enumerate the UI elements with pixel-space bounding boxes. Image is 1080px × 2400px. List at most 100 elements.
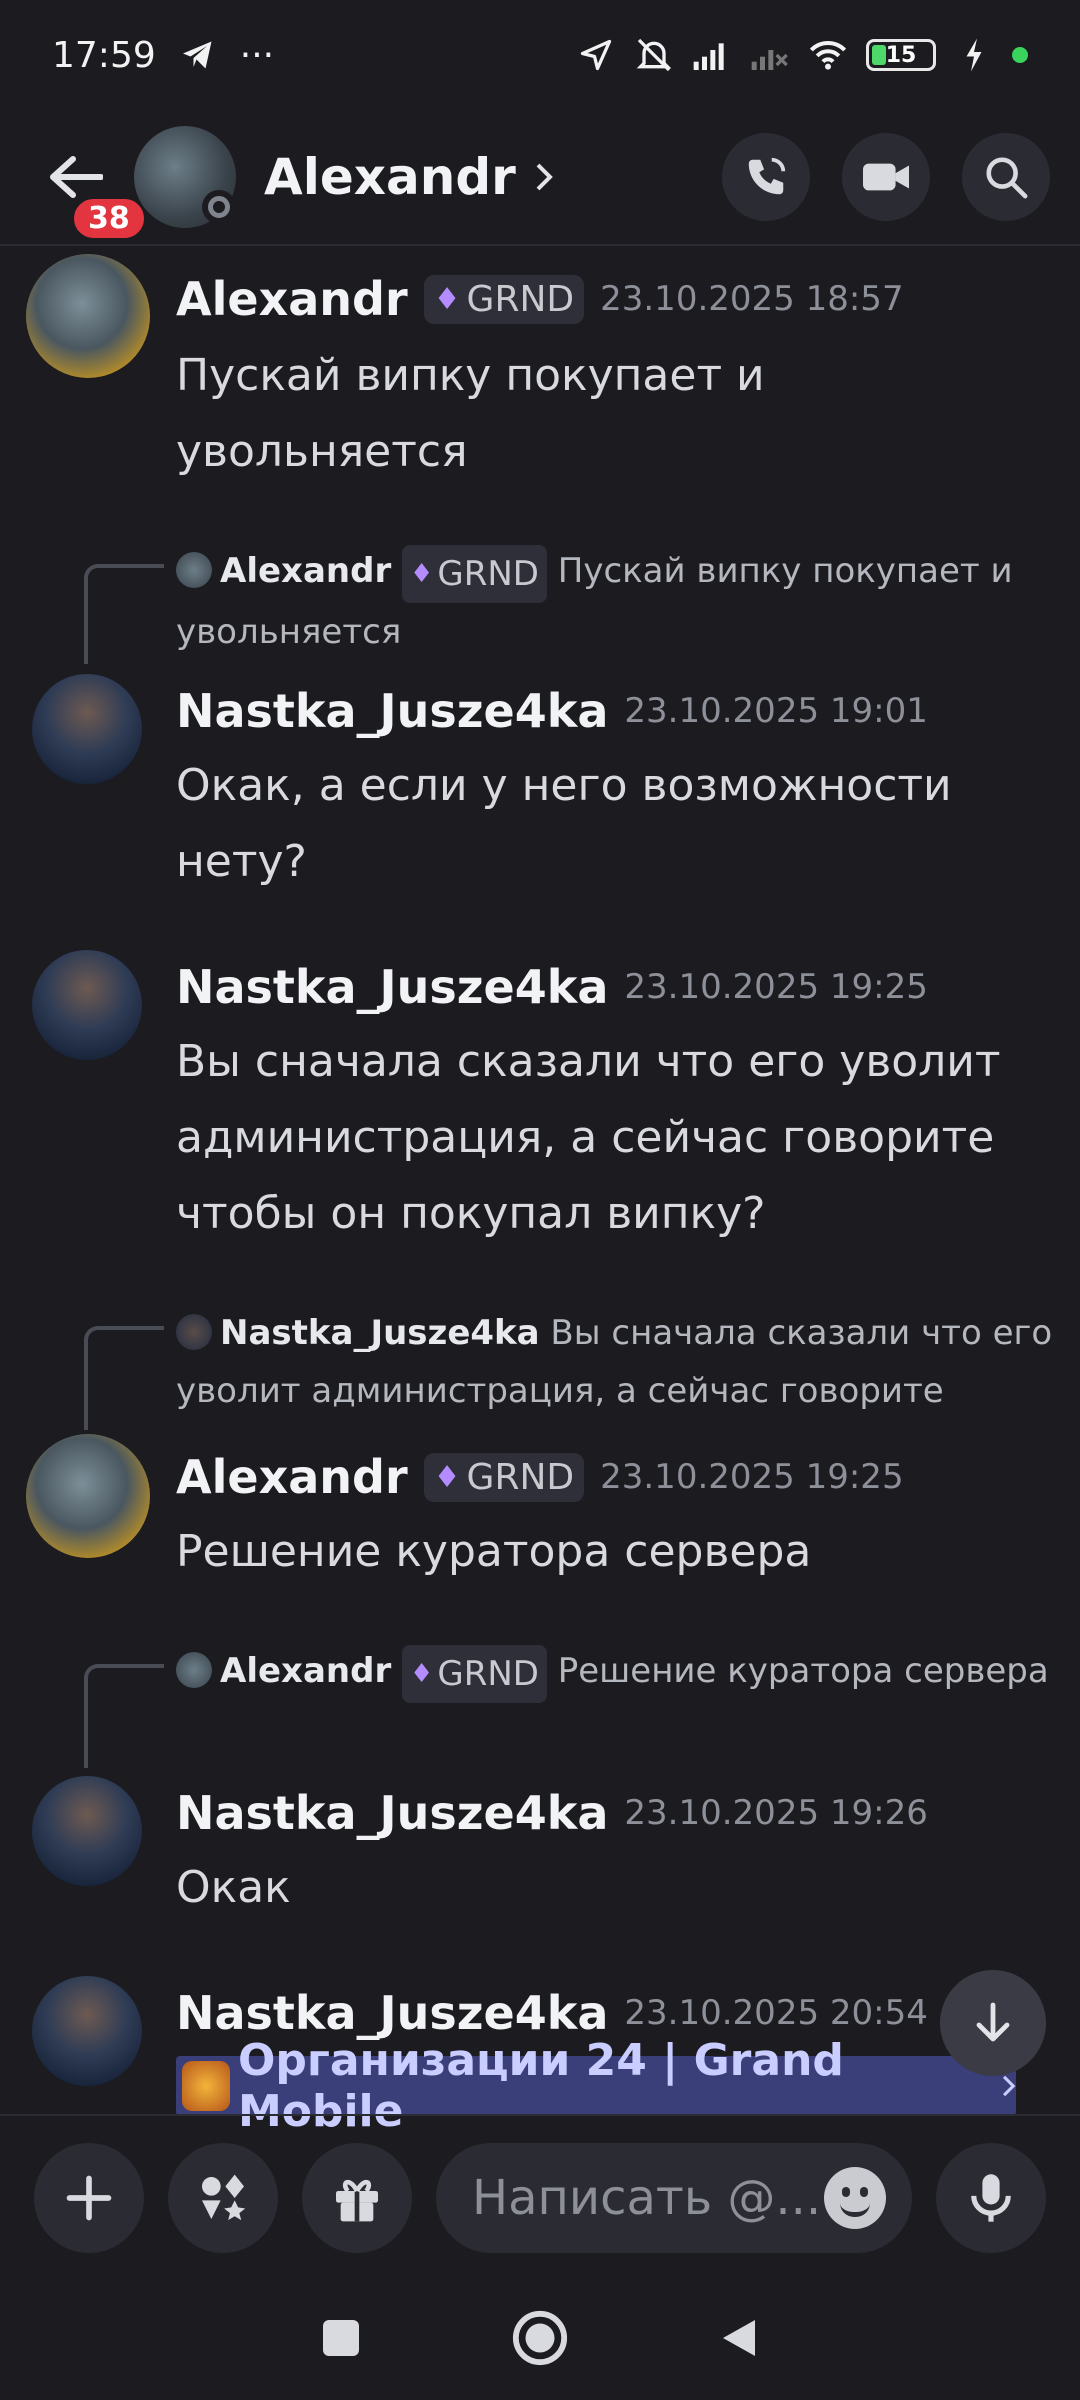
apps-button[interactable] [168, 2143, 278, 2253]
guild-tag[interactable]: ♦ GRND [423, 274, 585, 324]
status-time: 17:59 [52, 34, 156, 76]
chevron-right-icon[interactable] [534, 161, 554, 193]
wifi-icon [808, 35, 848, 75]
offline-status-icon [202, 190, 236, 224]
location-icon [576, 35, 616, 75]
phone-icon [748, 157, 786, 195]
server-logo-icon [182, 2061, 230, 2111]
voice-message-button[interactable] [936, 2143, 1046, 2253]
signal-no-service-icon [750, 35, 790, 75]
reply-avatar [176, 552, 212, 588]
message-composer: Написать @... [0, 2114, 1080, 2280]
triangle-back-icon [723, 2320, 755, 2356]
video-camera-icon [863, 163, 909, 191]
apps-icon [202, 2174, 246, 2221]
message-header: Nastka_Jusze4ka 23.10.2025 19:01 [176, 684, 928, 738]
system-back-button[interactable] [719, 2316, 759, 2364]
reply-author: Alexandr [220, 551, 392, 591]
avatar[interactable] [32, 1776, 142, 1886]
message-author[interactable]: Nastka_Jusze4ka [176, 1986, 608, 2040]
reply-connector [84, 1326, 164, 1430]
battery-level: 15 [885, 42, 917, 68]
diamond-icon: ♦ [433, 1459, 461, 1495]
back-arrow-icon [50, 156, 103, 198]
reply-connector [84, 1664, 164, 1768]
battery-indicator: 15 [866, 39, 936, 71]
gift-icon [336, 2179, 378, 2222]
voice-call-button[interactable] [722, 133, 810, 221]
privacy-indicator-dot [1012, 47, 1028, 63]
reply-avatar [176, 1314, 212, 1350]
message-text: Решение куратора сервера [176, 1526, 812, 1577]
avatar[interactable] [32, 950, 142, 1060]
status-bar: 17:59 ··· 15 [0, 0, 1080, 110]
message-header: Alexandr ♦ GRND 23.10.2025 19:25 [176, 1450, 904, 1504]
avatar[interactable] [32, 674, 142, 784]
muted-bell-icon [634, 35, 674, 75]
message-author[interactable]: Nastka_Jusze4ka [176, 1786, 608, 1840]
diamond-icon: ♦ [433, 281, 461, 317]
message-text: Окак, а если у него возможности нету? [176, 760, 952, 887]
recents-button[interactable] [321, 2318, 361, 2362]
message-timestamp: 23.10.2025 19:25 [624, 967, 928, 1007]
message-timestamp: 23.10.2025 19:01 [624, 691, 928, 731]
message-timestamp: 23.10.2025 19:26 [624, 1793, 928, 1833]
reply-preview[interactable]: Alexandr ♦ GRND Пускай випку покупает и у… [176, 542, 1056, 661]
message-timestamp: 23.10.2025 20:54 [624, 1993, 928, 2033]
message-header: Nastka_Jusze4ka 23.10.2025 19:25 [176, 960, 928, 1014]
message-author[interactable]: Alexandr [176, 1450, 408, 1504]
system-navigation-bar [0, 2280, 1080, 2400]
message-author[interactable]: Nastka_Jusze4ka [176, 684, 608, 738]
avatar[interactable] [26, 1434, 150, 1558]
avatar[interactable] [32, 1976, 142, 2086]
guild-tag: ♦ GRND [402, 1645, 547, 1703]
video-call-button[interactable] [842, 133, 930, 221]
guild-tag-label: GRND [437, 1654, 539, 1694]
server-invite-link[interactable]: Организации 24 | Grand Mobile [176, 2035, 1016, 2137]
page-title[interactable]: Alexandr [264, 148, 516, 206]
chevron-right-icon [1002, 2075, 1016, 2097]
jump-to-latest-button[interactable] [940, 1970, 1046, 2076]
telegram-icon [178, 35, 218, 75]
charging-icon [954, 35, 994, 75]
emoji-icon[interactable] [824, 2167, 886, 2229]
guild-tag-label: GRND [466, 278, 575, 320]
back-button[interactable]: 38 [30, 131, 148, 242]
plus-icon [66, 2175, 112, 2221]
chat-header: 38 Alexandr [0, 110, 1080, 246]
signal-icon [692, 35, 732, 75]
message-author[interactable]: Alexandr [176, 272, 408, 326]
home-button[interactable] [511, 2309, 569, 2371]
message-header: Nastka_Jusze4ka 23.10.2025 19:26 [176, 1786, 928, 1840]
reply-author: Alexandr [220, 1651, 392, 1691]
avatar[interactable] [134, 126, 236, 228]
message-input-placeholder: Написать @... [472, 2170, 822, 2226]
unread-badge: 38 [70, 195, 148, 242]
reply-preview[interactable]: Nastka_Jusze4ka Вы сначала сказали что е… [176, 1304, 1056, 1420]
message-input[interactable]: Написать @... [436, 2143, 912, 2253]
diamond-icon: ♦ [410, 559, 434, 589]
reply-connector [84, 564, 164, 664]
guild-tag: ♦ GRND [402, 545, 547, 603]
reply-preview[interactable]: Alexandr ♦ GRND Решение куратора сервера [176, 1642, 1056, 1703]
search-button[interactable] [962, 133, 1050, 221]
search-icon [986, 157, 1028, 199]
message-timestamp: 23.10.2025 19:25 [600, 1457, 904, 1497]
message-text: Вы сначала сказали что его уволит админи… [176, 1036, 1001, 1239]
avatar[interactable] [26, 254, 150, 378]
diamond-icon: ♦ [410, 1659, 434, 1689]
reply-text: Решение куратора сервера [557, 1651, 1049, 1691]
reply-avatar [176, 1652, 212, 1688]
gift-button[interactable] [302, 2143, 412, 2253]
message-header: Nastka_Jusze4ka 23.10.2025 20:54 [176, 1986, 928, 2040]
message-text: Окак [176, 1862, 291, 1913]
more-notifications-icon: ··· [239, 34, 275, 76]
message-timestamp: 23.10.2025 18:57 [600, 279, 904, 319]
home-circle-icon [512, 2310, 568, 2366]
arrow-down-icon [976, 2002, 1010, 2042]
add-attachment-button[interactable] [34, 2143, 144, 2253]
guild-tag[interactable]: ♦ GRND [423, 1452, 585, 1502]
guild-tag-label: GRND [437, 554, 539, 594]
message-author[interactable]: Nastka_Jusze4ka [176, 960, 608, 1014]
message-header: Alexandr ♦ GRND 23.10.2025 18:57 [176, 272, 904, 326]
